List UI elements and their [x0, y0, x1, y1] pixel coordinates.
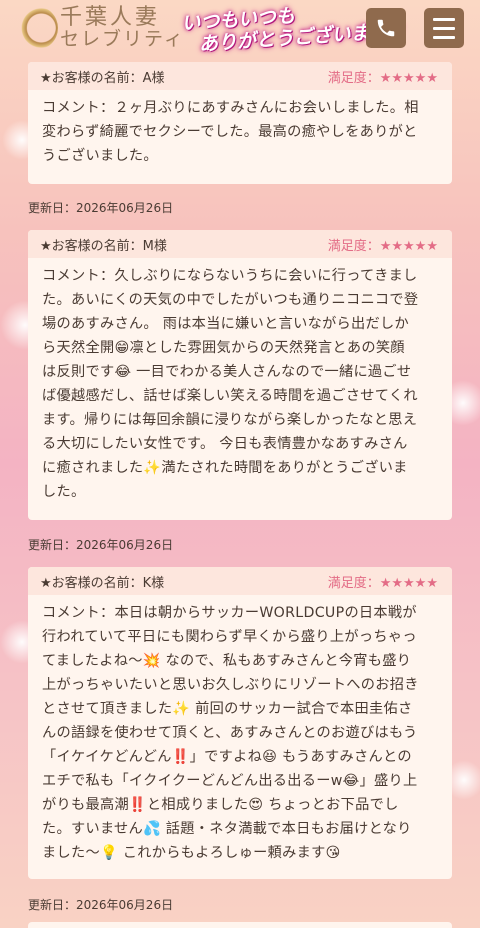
rating-label: 満足度： [327, 238, 380, 254]
rating-stars: ★★★★★ [379, 575, 438, 591]
review-comment: コメント：久しぶりにならないうちに会いに行ってきまし た。あいにくの天気の中でし… [42, 268, 419, 500]
review-header: ★お客様の名前：K様 満足度：★★★★★ [28, 567, 452, 595]
hamburger-menu-icon [433, 17, 455, 21]
rating-stars: ★★★★★ [379, 238, 438, 254]
phone-button[interactable] [366, 8, 406, 48]
logo-line2: セレブリティ [60, 27, 185, 50]
hamburger-menu-icon-bar [433, 26, 455, 30]
crescent-moon-icon [14, 6, 58, 50]
logo-text: 千葉人妻 セレブリティ [60, 6, 185, 49]
review-card: ★お客様の名前：K様 満足度：★★★★★ コメント：本日は朝からサッカーWORL… [28, 567, 452, 879]
review-header: ★お客様の名前：A様 満足度：★★★★★ [28, 62, 452, 90]
hamburger-menu-icon-bar [433, 35, 455, 39]
site-header: 千葉人妻 セレブリティ いつもいつも ありがとうございます♡ [0, 0, 480, 60]
review-card: ★お客様の名前：M様 満足度：★★★★★ コメント：久しぶりにならないうちに会い… [28, 230, 452, 520]
rating-label: 満足度： [327, 70, 380, 86]
site-logo[interactable]: 千葉人妻 セレブリティ [14, 6, 185, 50]
satisfaction-rating: 満足度：★★★★★ [328, 67, 438, 86]
satisfaction-rating: 満足度：★★★★★ [328, 572, 438, 591]
review-header: ★お客様の名前：M様 満足度：★★★★★ [28, 230, 452, 258]
updated-date: 更新日：2026年06月26日 [28, 538, 174, 552]
review-card [28, 922, 452, 928]
satisfaction-rating: 満足度：★★★★★ [328, 235, 438, 254]
menu-button[interactable] [424, 8, 464, 48]
rating-stars: ★★★★★ [379, 70, 438, 86]
logo-line1: 千葉人妻 [60, 5, 161, 31]
updated-date: 更新日：2026年06月26日 [28, 898, 174, 912]
review-comment: コメント：本日は朝からサッカーWORLDCUPの日本戦が 行われていて平日にも関… [42, 605, 419, 861]
customer-name: ★お客様の名前：A様 [40, 70, 165, 86]
updated-date: 更新日：2026年06月26日 [28, 201, 174, 215]
review-comment: コメント：２ヶ月ぶりにあすみさんにお会いしました。相 変わらず綺麗でセクシーでし… [42, 100, 419, 164]
customer-name: ★お客様の名前：M様 [40, 238, 167, 254]
phone-icon [377, 19, 395, 37]
customer-name: ★お客様の名前：K様 [40, 575, 165, 591]
review-card: ★お客様の名前：A様 満足度：★★★★★ コメント：２ヶ月ぶりにあすみさんにお会… [28, 62, 452, 184]
rating-label: 満足度： [327, 575, 380, 591]
